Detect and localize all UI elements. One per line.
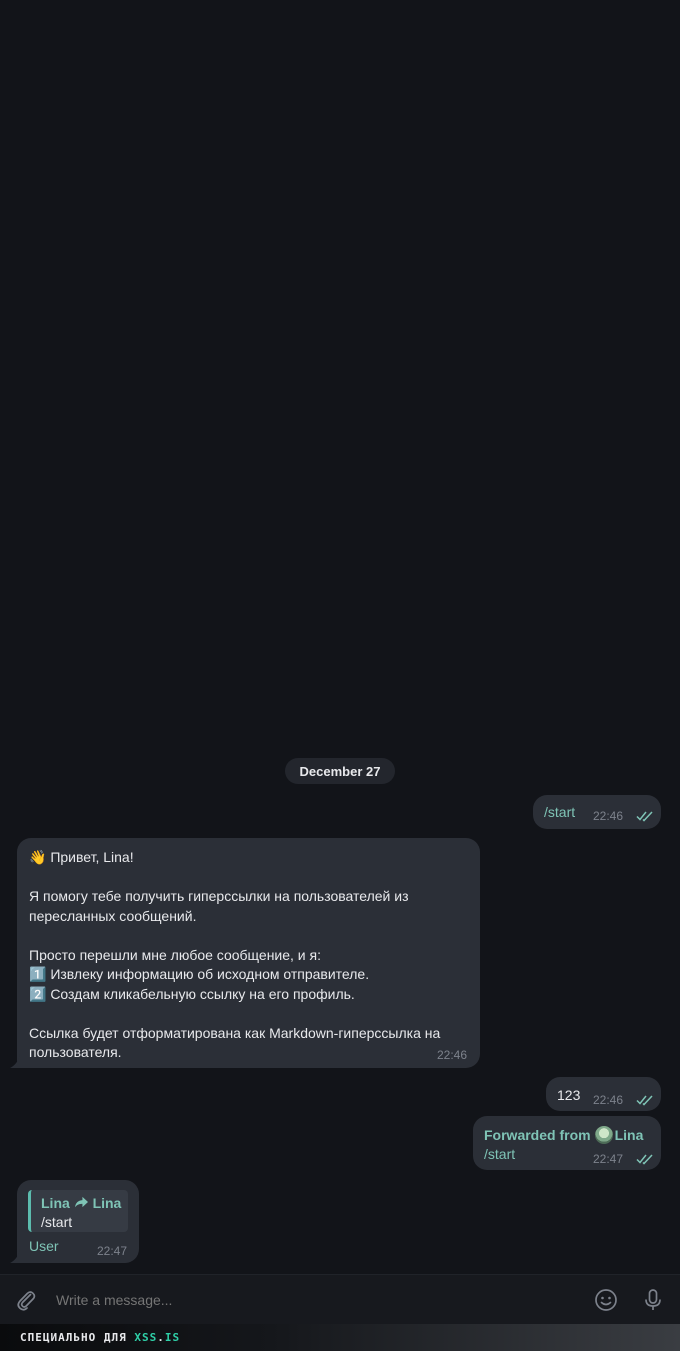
watermark-footer: СПЕЦИАЛЬНО ДЛЯ XSS. IS — [0, 1324, 680, 1351]
message-line — [29, 1004, 469, 1024]
bot-command-link[interactable]: /start — [484, 1146, 515, 1162]
reply-quote[interactable]: Lina Lina /start — [28, 1190, 128, 1232]
message-line: Просто перешли мне любое сообщение, и я: — [29, 946, 321, 963]
forwarded-name[interactable]: Lina — [615, 1127, 644, 1143]
bot-command-link[interactable]: /start — [544, 804, 575, 820]
message-composer — [0, 1274, 680, 1324]
watermark-accent: XSS — [134, 1331, 158, 1344]
message-incoming[interactable]: 👋 Привет, Lina! Я помогу тебе получить г… — [17, 838, 480, 1068]
watermark-dot: . — [157, 1331, 165, 1344]
read-checkmarks-icon — [636, 1095, 653, 1106]
forwarded-header[interactable]: Forwarded from Lina — [484, 1126, 643, 1144]
message-forwarded[interactable]: Forwarded from Lina /start 22:47 — [473, 1116, 661, 1170]
microphone-icon[interactable] — [641, 1288, 665, 1312]
avatar — [594, 1126, 613, 1144]
bubble-tail — [10, 1249, 24, 1263]
message-input[interactable] — [56, 1288, 576, 1312]
watermark-accent: IS — [164, 1331, 181, 1344]
message-time: 22:47 — [593, 1152, 624, 1166]
chat-area[interactable]: December 27 /start 22:46 👋 Привет, Lina!… — [0, 0, 680, 1274]
message-time: 22:46 — [593, 1093, 624, 1107]
message-text: 123 — [557, 1087, 581, 1103]
bubble-tail — [10, 1054, 24, 1068]
quote-text: /start — [41, 1214, 73, 1230]
watermark-text: СПЕЦИАЛЬНО ДЛЯ — [20, 1331, 135, 1344]
message-line: 👋 Привет, Lina! — [29, 849, 134, 865]
message-time: 22:46 — [593, 809, 624, 823]
message-line: пересланных сообщений. — [29, 907, 197, 924]
forward-arrow-icon — [74, 1196, 88, 1208]
read-checkmarks-icon — [636, 1154, 653, 1165]
message-line: 1️⃣ Извлеку информацию об исходном отпра… — [29, 966, 370, 982]
message-line — [29, 926, 469, 946]
message-line — [29, 868, 469, 888]
quote-header: Lina Lina — [41, 1195, 121, 1211]
message-text: User — [29, 1238, 59, 1254]
message-line: Ссылка будет отформатирована как Markdow… — [29, 1024, 441, 1041]
forwarded-label: Forwarded from — [484, 1127, 591, 1143]
message-line: пользователя. — [29, 1044, 122, 1060]
quote-from: Lina — [41, 1195, 70, 1211]
message-line: 2️⃣ Создам кликабельную ссылку на его пр… — [29, 985, 355, 1002]
paperclip-icon[interactable] — [14, 1288, 38, 1312]
message-time: 22:46 — [437, 1048, 468, 1062]
message-line: Я помогу тебе получить гиперссылки на по… — [29, 888, 409, 904]
quote-to: Lina — [92, 1195, 122, 1211]
date-separator: December 27 — [285, 758, 395, 784]
message-time: 22:47 — [97, 1244, 128, 1258]
message-outgoing[interactable]: /start 22:46 — [533, 795, 661, 829]
read-checkmarks-icon — [636, 811, 653, 822]
smile-icon[interactable] — [594, 1288, 618, 1312]
message-outgoing[interactable]: 123 22:46 — [546, 1077, 661, 1111]
